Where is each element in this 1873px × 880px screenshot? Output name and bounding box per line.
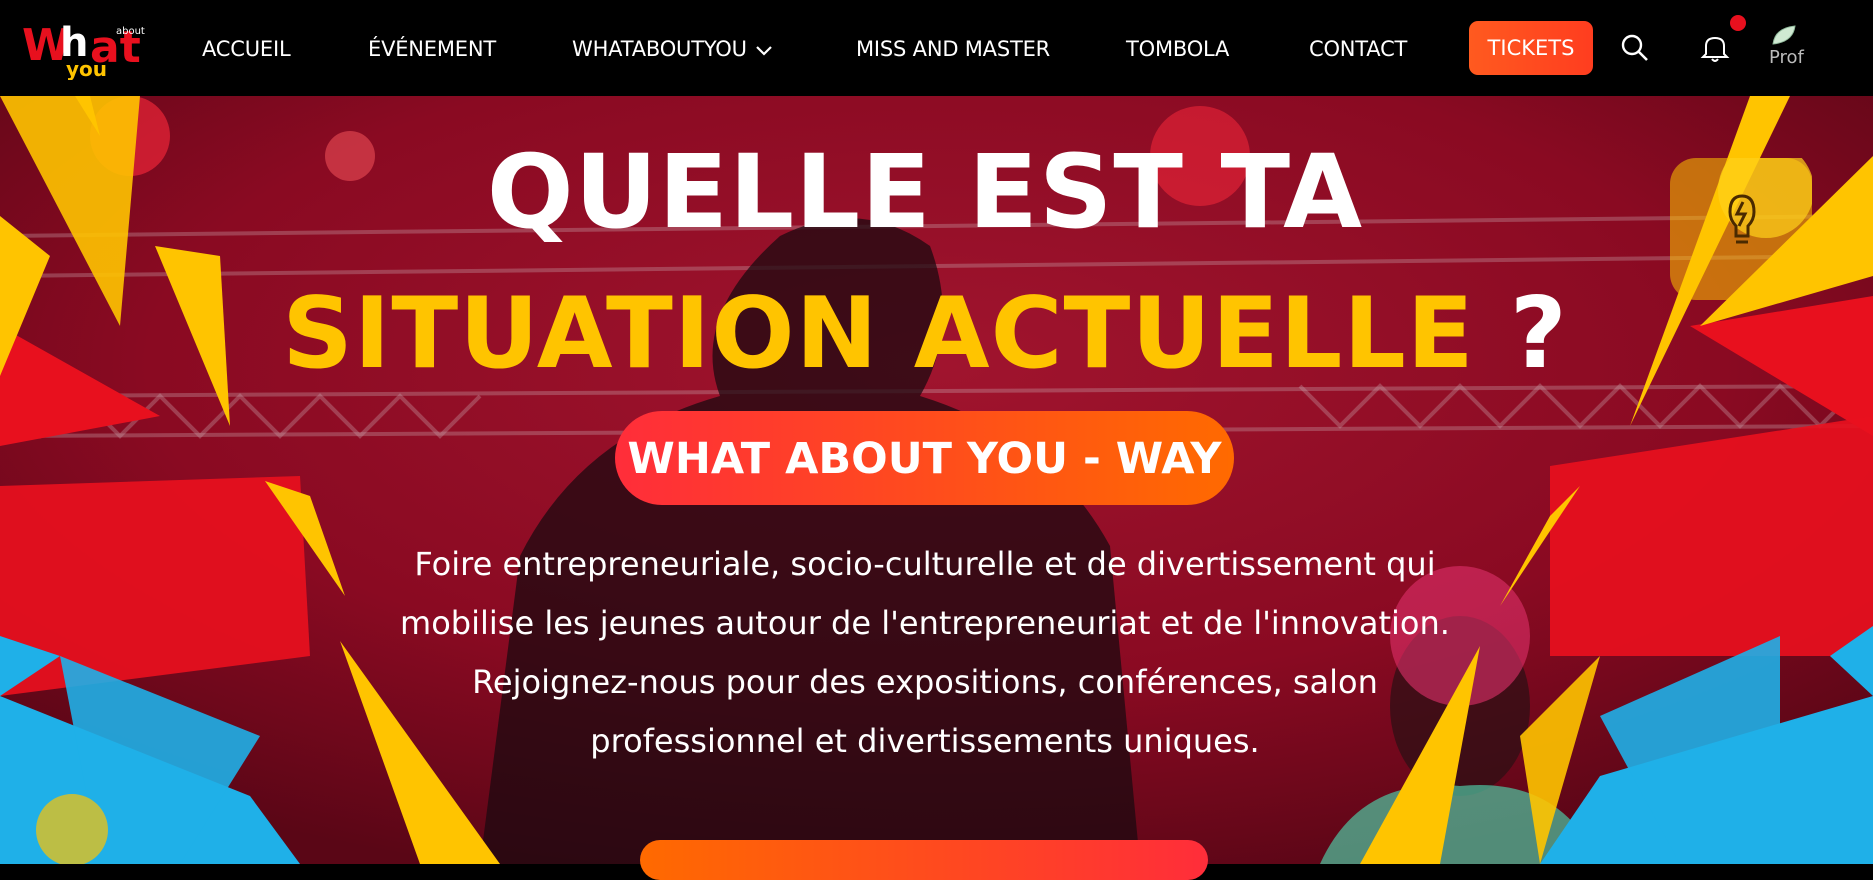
nav-item-miss-and-master[interactable]: MISS AND MASTER [856, 0, 1050, 96]
nav-item-whataboutyou-label: WHATABOUTYOU [572, 37, 747, 61]
top-navbar: W h at you about ACCUEIL ÉVÉNEMENT WHATA… [0, 0, 1873, 96]
hero-title-highlight: SITUATION ACTUELLE [282, 277, 1475, 391]
avatar-alt-text: Prof [1769, 47, 1804, 68]
search-icon[interactable] [1620, 33, 1650, 68]
hero-title-line2: SITUATION ACTUELLE ? [0, 285, 1850, 383]
way-pill-button[interactable]: WHAT ABOUT YOU - WAY [615, 411, 1234, 505]
chevron-down-icon [755, 1, 773, 99]
hero-title-line1: QUELLE EST TA [486, 133, 1364, 252]
avatar-icon[interactable]: Prof [1769, 24, 1815, 72]
nav-item-whataboutyou[interactable]: WHATABOUTYOU [572, 0, 773, 96]
svg-text:you: you [66, 57, 107, 80]
brand-logo[interactable]: W h at you about [22, 18, 174, 81]
notification-badge [1729, 14, 1747, 37]
tickets-button[interactable]: TICKETS [1469, 21, 1593, 75]
svg-text:about: about [116, 26, 145, 37]
nav-item-tombola[interactable]: TOMBOLA [1126, 0, 1229, 96]
nav-item-accueil[interactable]: ACCUEIL [202, 0, 291, 96]
hero-cta-button[interactable] [640, 840, 1208, 880]
nav-item-contact[interactable]: CONTACT [1309, 0, 1407, 96]
bell-icon[interactable] [1700, 32, 1730, 69]
nav-item-evenement[interactable]: ÉVÉNEMENT [368, 0, 496, 96]
hero-description: Foire entrepreneuriale, socio-culturelle… [400, 545, 1450, 760]
hero-title-question-mark: ? [1474, 277, 1568, 391]
